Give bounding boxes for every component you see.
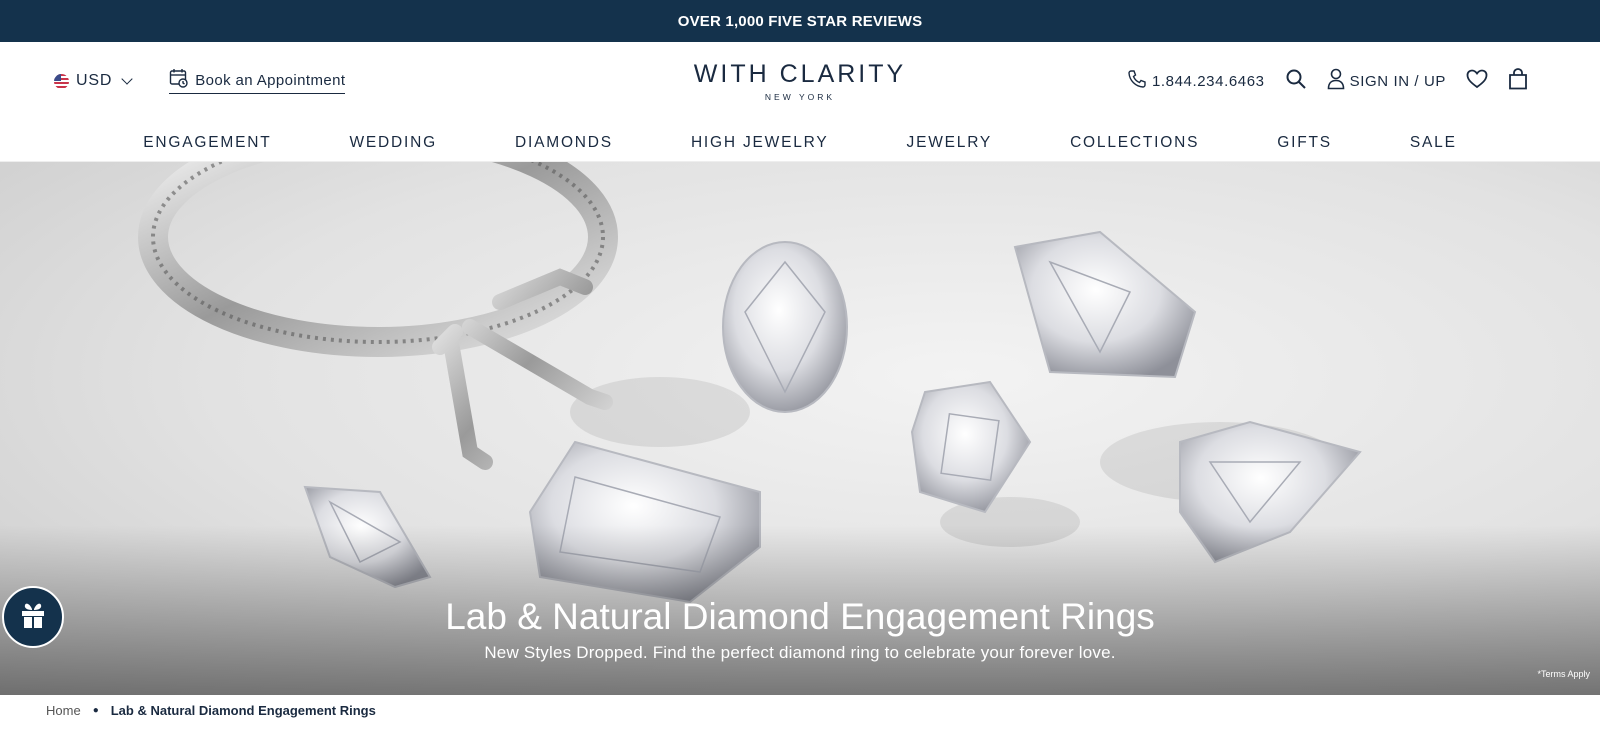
main-nav: ENGAGEMENT WEDDING DIAMONDS HIGH JEWELRY… [0,122,1600,162]
breadcrumb-home[interactable]: Home [46,703,81,718]
phone-number: 1.844.234.6463 [1151,72,1265,90]
nav-jewelry[interactable]: JEWELRY [907,134,993,152]
phone-link[interactable]: 1.844.234.6463 [1127,69,1265,93]
breadcrumb: Home ● Lab & Natural Diamond Engagement … [0,695,1600,726]
nav-gifts[interactable]: GIFTS [1277,134,1332,152]
breadcrumb-separator: ● [92,705,99,716]
site-header: USD Book an Appointment WITH CLARITY NEW… [0,42,1600,122]
breadcrumb-current: Lab & Natural Diamond Engagement Rings [110,703,376,718]
promo-text: OVER 1,000 FIVE STAR REVIEWS [677,12,923,30]
bag-icon[interactable] [1508,68,1528,94]
terms-note[interactable]: *Terms Apply [1537,669,1590,679]
sign-in-label: SIGN IN / UP [1349,72,1446,90]
hero-subtitle: New Styles Dropped. Find the perfect dia… [484,643,1116,662]
phone-icon [1127,69,1147,93]
nav-high-jewelry[interactable]: HIGH JEWELRY [691,134,829,152]
nav-diamonds[interactable]: DIAMONDS [515,134,613,152]
promo-banner[interactable]: OVER 1,000 FIVE STAR REVIEWS [0,0,1600,42]
heart-icon[interactable] [1466,69,1488,93]
nav-engagement[interactable]: ENGAGEMENT [143,134,271,152]
gift-icon [18,600,48,635]
hero-title: Lab & Natural Diamond Engagement Rings [445,596,1155,637]
sign-in-link[interactable]: SIGN IN / UP [1327,68,1446,94]
nav-sale[interactable]: SALE [1410,134,1457,152]
hero-banner[interactable]: Lab & Natural Diamond Engagement Rings N… [0,162,1600,695]
user-icon [1327,68,1345,94]
gift-button[interactable] [2,586,64,648]
search-icon[interactable] [1285,68,1307,94]
nav-wedding[interactable]: WEDDING [349,134,437,152]
nav-collections[interactable]: COLLECTIONS [1070,134,1199,152]
